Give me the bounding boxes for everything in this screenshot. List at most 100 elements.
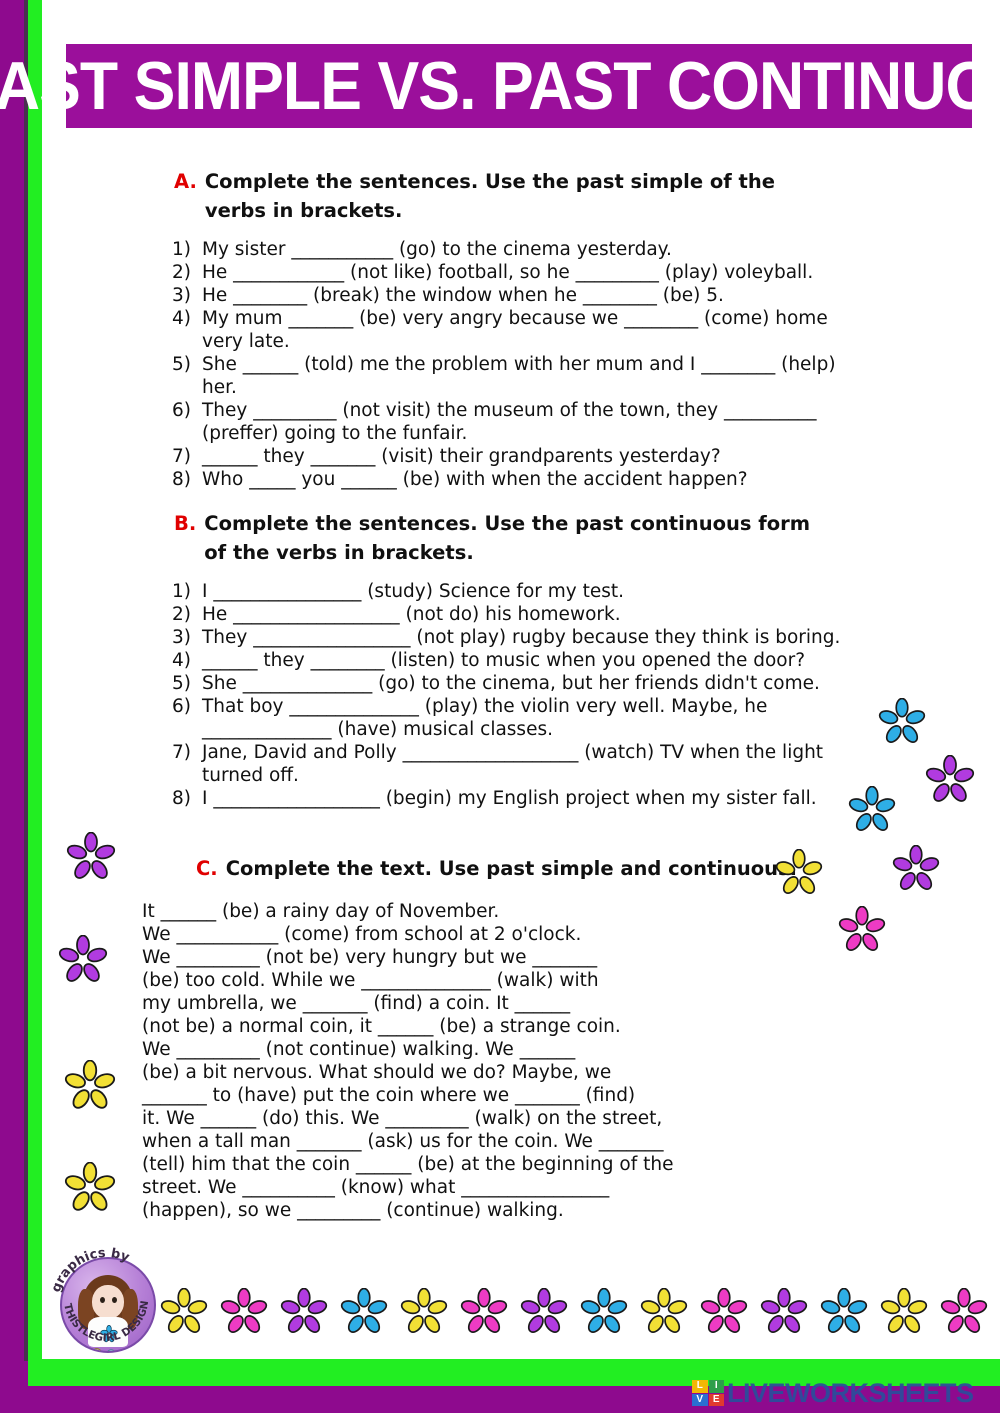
question-list-a: 1) My sister ___________ (go) to the cine… <box>172 238 872 491</box>
cloze-line: We _________ (not be) very hungry but we… <box>142 947 598 969</box>
liveworksheets-label: LIVEWORKSHEETS <box>727 1377 974 1408</box>
question-item: 3) He ________ (break) the window when he… <box>172 284 872 307</box>
flower-icon <box>940 1287 988 1333</box>
flower-right-2 <box>925 754 975 809</box>
question-number: 7) <box>172 446 191 468</box>
flower-border-item <box>820 1287 868 1340</box>
cloze-line: (tell) him that the coin ______ (be) at … <box>142 1154 674 1176</box>
section-heading-c: C. Complete the text. Use past simple an… <box>196 855 797 884</box>
question-number: 4) <box>172 308 191 330</box>
liveworksheets-logo-cell: E <box>708 1393 724 1406</box>
cloze-line: We ___________ (come) from school at 2 o… <box>142 924 582 946</box>
question-item: 2) He __________________ (not do) his hom… <box>172 603 872 626</box>
question-number: 8) <box>172 788 191 810</box>
flower-icon <box>640 1287 688 1333</box>
flower-left-2 <box>58 934 108 989</box>
thistlegirl-logo: graphics by THISTLEGIRL DESIGNS <box>52 1243 160 1353</box>
cloze-line: We _________ (not continue) walking. We … <box>142 1039 576 1061</box>
flower-icon <box>838 905 886 951</box>
flower-icon <box>580 1287 628 1333</box>
cloze-line: street. We __________ (know) what ______… <box>142 1177 610 1199</box>
cloze-line: (be) a bit nervous. What should we do? M… <box>142 1062 612 1084</box>
question-text: She ______ (told) me the problem with he… <box>202 354 836 399</box>
title-banner: PAST SIMPLE VS. PAST CONTINUOUS <box>0 44 1000 128</box>
question-number: 7) <box>172 742 191 764</box>
question-list-b: 1) I ________________ (study) Science for… <box>172 580 872 810</box>
flower-icon <box>520 1287 568 1333</box>
cloze-paragraph-c: It ______ (be) a rainy day of November. W… <box>142 900 742 1222</box>
flower-border-item <box>580 1287 628 1340</box>
flower-icon <box>880 1287 928 1333</box>
question-number: 3) <box>172 627 191 649</box>
flower-icon <box>58 934 108 982</box>
question-item: 8) Who _____ you ______ (be) with when th… <box>172 468 872 491</box>
question-text: My mum _______ (be) very angry because w… <box>202 308 828 353</box>
cloze-line: (not be) a normal coin, it ______ (be) a… <box>142 1016 621 1038</box>
flower-border-item <box>520 1287 568 1340</box>
flower-icon <box>280 1287 328 1333</box>
question-number: 1) <box>172 239 191 260</box>
liveworksheets-logo-icon: LIVE <box>692 1380 724 1406</box>
flower-icon <box>400 1287 448 1333</box>
question-text: Who _____ you ______ (be) with when the … <box>202 469 748 491</box>
logo-arc-text: graphics by THISTLEGIRL DESIGNS <box>52 1243 151 1344</box>
question-text: She ______________ (go) to the cinema, b… <box>202 673 820 695</box>
flower-left-4 <box>64 1161 116 1218</box>
flower-border-item <box>640 1287 688 1340</box>
flower-border-item <box>220 1287 268 1340</box>
flower-icon <box>878 697 926 743</box>
flower-icon <box>700 1287 748 1333</box>
flower-icon <box>340 1287 388 1333</box>
question-text: My sister ___________ (go) to the cinema… <box>202 239 672 260</box>
question-item: 2) He ____________ (not like) football, s… <box>172 261 872 284</box>
question-text: Jane, David and Polly __________________… <box>202 742 824 787</box>
flower-icon <box>64 1161 116 1211</box>
question-number: 4) <box>172 650 191 672</box>
cloze-line: my umbrella, we _______ (find) a coin. I… <box>142 993 571 1015</box>
page-border-left-green <box>28 0 42 1386</box>
flower-border-item <box>340 1287 388 1340</box>
question-number: 2) <box>172 604 191 626</box>
flower-icon <box>160 1287 208 1333</box>
flower-border-item <box>400 1287 448 1340</box>
section-title-c: Complete the text. Use past simple and c… <box>225 857 798 880</box>
question-number: 2) <box>172 262 191 284</box>
flower-right-6 <box>838 905 886 958</box>
flower-border-item <box>760 1287 808 1340</box>
flower-left-3 <box>64 1059 116 1116</box>
flower-right-1 <box>878 697 926 750</box>
page-border-left-purple <box>0 0 24 1413</box>
cloze-line: It ______ (be) a rainy day of November. <box>142 901 500 922</box>
question-item: 1) My sister ___________ (go) to the cine… <box>172 238 872 261</box>
question-text: That boy ______________ (play) the violi… <box>202 696 768 741</box>
cloze-line: when a tall man _______ (ask) us for the… <box>142 1131 664 1153</box>
flower-border-item <box>460 1287 508 1340</box>
section-title-a: Complete the sentences. Use the past sim… <box>204 170 775 222</box>
question-item: 4) My mum _______ (be) very angry because… <box>172 307 872 353</box>
question-item: 4) ______ they ________ (listen) to music… <box>172 649 872 672</box>
question-number: 5) <box>172 673 191 695</box>
question-item: 6) That boy ______________ (play) the vio… <box>172 695 872 741</box>
question-item: 7) Jane, David and Polly ________________… <box>172 741 872 787</box>
question-text: He __________________ (not do) his homew… <box>202 604 621 626</box>
question-text: They _________________ (not play) rugby … <box>202 627 841 649</box>
question-number: 3) <box>172 285 191 307</box>
flower-icon <box>220 1287 268 1333</box>
cloze-line: it. We ______ (do) this. We _________ (w… <box>142 1108 663 1130</box>
question-text: ______ they _______ (visit) their grandp… <box>202 446 721 468</box>
question-number: 1) <box>172 581 191 602</box>
flower-border-item <box>880 1287 928 1340</box>
worksheet-page: PAST SIMPLE VS. PAST CONTINUOUS A. Compl… <box>0 0 1000 1413</box>
cloze-line: (be) too cold. While we ______________ (… <box>142 970 599 992</box>
flower-left-1 <box>66 831 116 886</box>
flower-icon <box>760 1287 808 1333</box>
section-letter-a: A. <box>174 170 197 193</box>
section-heading-a: A. Complete the sentences. Use the past … <box>174 168 825 226</box>
question-text: ______ they ________ (listen) to music w… <box>202 650 806 672</box>
section-letter-c: C. <box>196 857 218 880</box>
question-number: 8) <box>172 469 191 491</box>
flower-right-5 <box>892 844 940 897</box>
flower-icon <box>460 1287 508 1333</box>
question-item: 5) She ______________ (go) to the cinema,… <box>172 672 872 695</box>
question-item: 3) They _________________ (not play) rugb… <box>172 626 872 649</box>
